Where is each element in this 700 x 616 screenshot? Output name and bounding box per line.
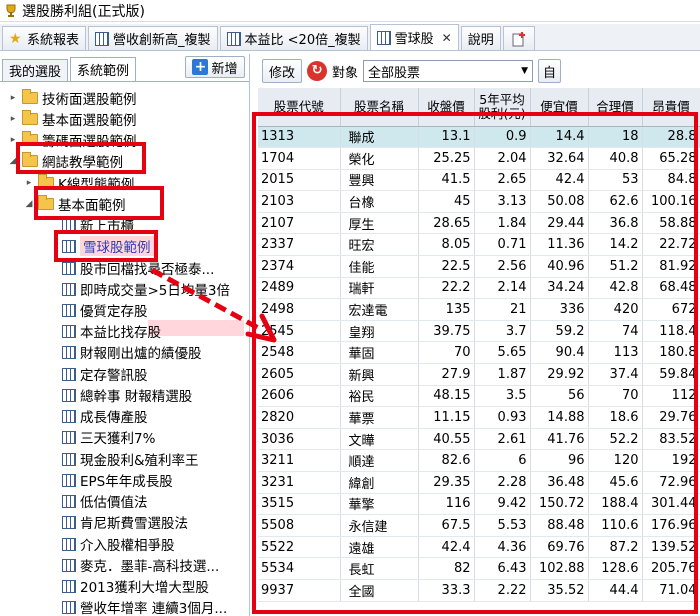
new-button[interactable]: + 新增 [185, 56, 245, 78]
add-tab-icon [512, 31, 525, 46]
grid-icon [62, 494, 76, 508]
expand-arrow-icon[interactable]: ▸ [24, 178, 34, 188]
annotation-box-blog-folder [16, 142, 146, 174]
tree-item[interactable]: 定存警訊股 [62, 364, 148, 384]
grid-icon [376, 30, 391, 45]
tree-label: 基本面選股範例 [42, 113, 137, 129]
annotation-box-results [252, 112, 698, 614]
plus-icon: + [192, 59, 209, 75]
tree-label: 2013獲利大增大型股 [80, 580, 209, 596]
expand-arrow-icon[interactable]: ▸ [8, 114, 18, 124]
grid-icon [62, 367, 76, 381]
grid-icon [62, 579, 76, 593]
annotation-box-snowball-item [54, 230, 158, 262]
tree-label: 營收年增率 連續3個月... [80, 601, 228, 616]
grid-icon [62, 537, 76, 551]
tree-label: 介入股權相爭股 [80, 538, 175, 554]
tab-help[interactable]: 說明 [460, 26, 501, 50]
tree-item[interactable]: 三天獲利7% [62, 427, 155, 447]
trophy-icon [6, 4, 16, 17]
collapse-arrow-icon[interactable]: ◢ [24, 199, 34, 209]
tree-item[interactable]: 介入股權相爭股 [62, 534, 175, 554]
tab-system-examples[interactable]: 系統範例 [70, 57, 137, 81]
title-bar: 選股勝利組(正式版) [0, 0, 700, 22]
tree-item[interactable]: 本益比找存股 [62, 321, 161, 341]
grid-icon [62, 303, 76, 317]
tree-label: 低估價值法 [80, 495, 148, 511]
tab-system-report[interactable]: ★ 系統報表 [2, 26, 87, 50]
tab-label: 系統報表 [27, 33, 80, 48]
target-label: 對象 [332, 65, 359, 81]
tree-item[interactable]: 營收年增率 連續3個月... [62, 597, 227, 616]
tree-label: 三天獲利7% [80, 431, 156, 447]
tree-folder-technical[interactable]: ▸ 技術面選股範例 [8, 88, 137, 108]
tree-label: 成長傳產股 [80, 410, 148, 426]
tree-item[interactable]: 肯尼斯費雪選股法 [62, 512, 188, 532]
add-tab-button[interactable] [502, 26, 535, 50]
tree-item[interactable]: 成長傳產股 [62, 406, 148, 426]
grid-icon [62, 282, 76, 296]
expand-arrow-icon[interactable]: ▸ [8, 93, 18, 103]
left-panel-tabs: 我的選股 系統範例 + 新增 [0, 54, 249, 82]
target-select[interactable]: 全部股票 ▼ [363, 60, 534, 82]
tree-label: 肯尼斯費雪選股法 [80, 516, 188, 532]
tree-label: 本益比找存股 [80, 325, 161, 341]
tree-item[interactable]: 總幹事 財報精選股 [62, 385, 192, 405]
tab-label: 說明 [467, 33, 494, 48]
new-button-label: 新增 [211, 61, 238, 77]
tree-item[interactable]: 優質定存股 [62, 300, 148, 320]
refresh-icon[interactable]: ↻ [307, 61, 328, 81]
chevron-down-icon: ▼ [521, 66, 529, 76]
grid-icon [62, 473, 76, 487]
grid-icon [62, 324, 76, 338]
grid-icon [62, 430, 76, 444]
close-icon[interactable]: ✕ [442, 31, 452, 45]
tab-revenue-high[interactable]: 營收創新高_複製 [88, 26, 218, 50]
annotation-box-fundamental-folder [34, 186, 164, 220]
tab-snowball[interactable]: 雪球股 ✕ [369, 24, 459, 50]
tree-label: 定存警訊股 [80, 368, 148, 384]
self-button[interactable]: 自 [538, 59, 562, 83]
tree-label: 技術面選股範例 [42, 92, 137, 108]
grid-icon [62, 600, 76, 614]
edit-button[interactable]: 修改 [262, 59, 303, 83]
grid-icon [226, 31, 241, 46]
tree-item[interactable]: EPS年年成長股 [62, 470, 173, 490]
grid-icon [62, 261, 76, 275]
tab-bar: ★ 系統報表 營收創新高_複製 本益比 <20倍_複製 雪球股 ✕ 說明 [0, 24, 700, 51]
grid-icon [62, 452, 76, 466]
tree-label: 現金股利&殖利率王 [80, 453, 199, 469]
tree-item[interactable]: 麥克．墨菲-高科技選... [62, 555, 219, 575]
tree-item[interactable]: 現金股利&殖利率王 [62, 449, 199, 469]
tab-label: 營收創新高_複製 [113, 33, 211, 48]
annotation-arrow-icon [150, 268, 277, 343]
tree-label: EPS年年成長股 [80, 474, 173, 490]
tree-item[interactable]: 低估價值法 [62, 491, 148, 511]
grid-icon [62, 345, 76, 359]
star-icon: ★ [9, 30, 22, 47]
tab-pe-ratio[interactable]: 本益比 <20倍_複製 [219, 26, 368, 50]
tree-label: 優質定存股 [80, 304, 148, 320]
grid-icon [62, 388, 76, 402]
grid-icon [62, 558, 76, 572]
window-title: 選股勝利組(正式版) [22, 3, 145, 20]
target-select-value: 全部股票 [368, 65, 421, 81]
tree-label: 總幹事 財報精選股 [80, 389, 193, 405]
tab-label: 雪球股 [394, 32, 434, 47]
folder-icon [22, 89, 38, 104]
folder-icon [22, 110, 38, 125]
tree-folder-fundamental[interactable]: ▸ 基本面選股範例 [8, 109, 137, 129]
right-toolbar: 修改 ↻ 對象 全部股票 ▼ 自 [258, 56, 700, 86]
grid-icon [62, 515, 76, 529]
tree-item[interactable]: 2013獲利大增大型股 [62, 576, 209, 596]
grid-icon [95, 31, 110, 46]
tab-my-selection[interactable]: 我的選股 [2, 59, 69, 81]
tree-label: 麥克．墨菲-高科技選... [80, 559, 220, 575]
tab-label: 本益比 <20倍_複製 [244, 33, 361, 48]
grid-icon [62, 409, 76, 423]
